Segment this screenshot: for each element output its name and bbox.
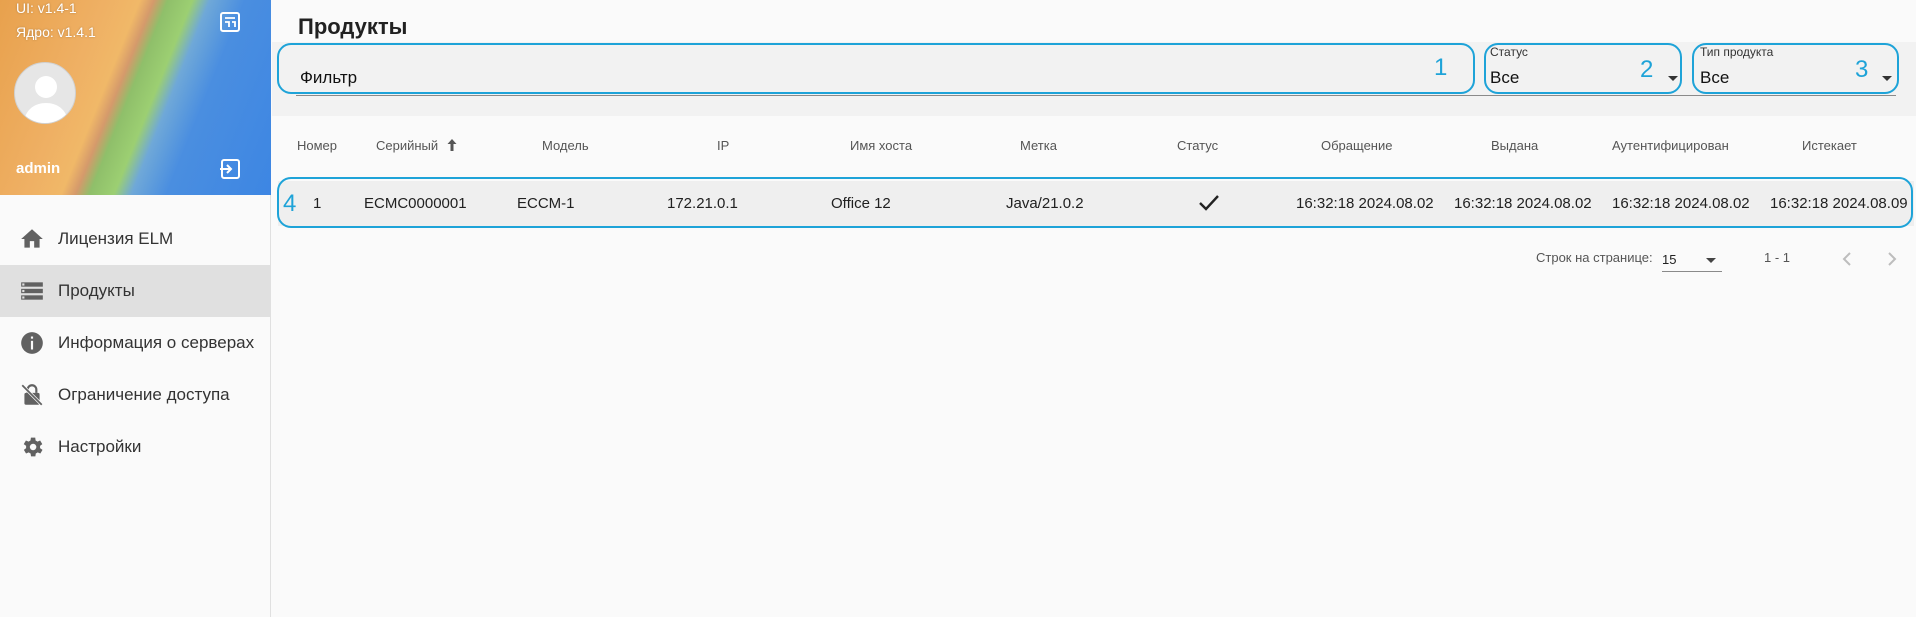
sidebar: UI: v1.4-1 Ядро: v1.4.1 admin Лицензия E… xyxy=(0,0,271,617)
sidebar-item-label: Настройки xyxy=(58,437,142,456)
callout-number-2: 2 xyxy=(1640,56,1654,83)
sort-arrow-up-icon xyxy=(446,138,458,155)
page-title: Продукты xyxy=(298,14,408,39)
cell-tag: Java/21.0.2 xyxy=(1006,195,1084,212)
username: admin xyxy=(16,160,61,177)
column-header-tag[interactable]: Метка xyxy=(1020,138,1057,153)
list-icon xyxy=(18,277,46,305)
chevron-down-icon xyxy=(1706,258,1716,263)
product-type-value: Все xyxy=(1700,68,1730,87)
pagination-range: 1 - 1 xyxy=(1764,250,1791,265)
column-header-hostname[interactable]: Имя хоста xyxy=(850,138,912,153)
filter-bar: Фильтр Статус Все Тип продукта Все xyxy=(272,42,1916,116)
chevron-down-icon xyxy=(1668,76,1678,81)
sidebar-nav: Лицензия ELM Продукты Информация о серве… xyxy=(0,213,270,473)
column-header-authenticated[interactable]: Аутентифицирован xyxy=(1612,138,1729,153)
filter-value: Фильтр xyxy=(300,68,358,87)
callout-number-4: 4 xyxy=(283,190,297,217)
column-header-status[interactable]: Статус xyxy=(1177,138,1218,153)
column-header-model[interactable]: Модель xyxy=(542,138,589,153)
sidebar-item-products[interactable]: Продукты xyxy=(0,265,270,317)
sidebar-item-access-restriction[interactable]: Ограничение доступа xyxy=(0,369,270,421)
documentation-icon[interactable] xyxy=(218,10,242,34)
cell-issued: 16:32:18 2024.08.02 xyxy=(1454,195,1592,212)
cell-model: ECCM-1 xyxy=(517,195,575,212)
sidebar-item-license[interactable]: Лицензия ELM xyxy=(0,213,270,265)
sidebar-item-settings[interactable]: Настройки xyxy=(0,421,270,473)
cell-expires: 16:32:18 2024.08.09 xyxy=(1770,195,1908,212)
sidebar-item-label: Лицензия ELM xyxy=(58,229,174,248)
chevron-down-icon xyxy=(1882,76,1892,81)
table-row[interactable]: 1 ECMC0000001 ECCM-1 172.21.0.1 Office 1… xyxy=(278,181,1914,226)
check-icon xyxy=(1198,193,1220,217)
cell-number: 1 xyxy=(313,195,322,212)
rows-per-page-select[interactable]: 15 xyxy=(1662,246,1722,272)
home-icon xyxy=(18,225,46,253)
rows-per-page-label: Строк на странице: xyxy=(1536,250,1653,265)
table-header: Номер Серийный Модель IP Имя хоста Метка… xyxy=(272,124,1916,168)
sidebar-header: UI: v1.4-1 Ядро: v1.4.1 admin xyxy=(0,0,271,195)
core-version: Ядро: v1.4.1 xyxy=(16,24,96,40)
cell-serial: ECMC0000001 xyxy=(364,195,467,212)
cell-authenticated: 16:32:18 2024.08.02 xyxy=(1612,195,1750,212)
sidebar-item-server-info[interactable]: Информация о серверах xyxy=(0,317,270,369)
info-icon xyxy=(18,329,46,357)
column-header-number[interactable]: Номер xyxy=(297,138,337,153)
avatar xyxy=(14,62,76,124)
column-header-label: Серийный xyxy=(376,138,439,153)
status-value: Все xyxy=(1490,68,1520,87)
cell-hostname: Office 12 xyxy=(831,195,891,212)
lock-off-icon xyxy=(18,381,46,409)
sidebar-item-label: Ограничение доступа xyxy=(58,385,230,404)
cell-ip: 172.21.0.1 xyxy=(667,195,738,212)
app-window: UI: v1.4-1 Ядро: v1.4.1 admin Лицензия E… xyxy=(0,0,1916,617)
sidebar-item-label: Информация о серверах xyxy=(58,333,255,352)
cell-accessed: 16:32:18 2024.08.02 xyxy=(1296,195,1434,212)
status-label: Статус xyxy=(1490,45,1528,59)
callout-number-3: 3 xyxy=(1855,56,1869,83)
column-header-ip[interactable]: IP xyxy=(717,138,729,153)
column-header-issued[interactable]: Выдана xyxy=(1491,138,1538,153)
callout-number-1: 1 xyxy=(1434,54,1448,81)
gear-icon xyxy=(18,433,46,461)
main-content: Продукты Фильтр Статус Все Тип продукта … xyxy=(272,0,1916,617)
next-page-icon[interactable] xyxy=(1882,250,1900,268)
sidebar-item-label: Продукты xyxy=(58,281,135,300)
product-type-label: Тип продукта xyxy=(1700,45,1774,59)
column-header-expires[interactable]: Истекает xyxy=(1802,138,1857,153)
rows-per-page-value: 15 xyxy=(1662,252,1677,267)
ui-version: UI: v1.4-1 xyxy=(16,0,77,16)
column-header-serial[interactable]: Серийный xyxy=(376,138,458,155)
prev-page-icon[interactable] xyxy=(1839,250,1857,268)
column-header-accessed[interactable]: Обращение xyxy=(1321,138,1392,153)
logout-icon[interactable] xyxy=(218,157,242,181)
